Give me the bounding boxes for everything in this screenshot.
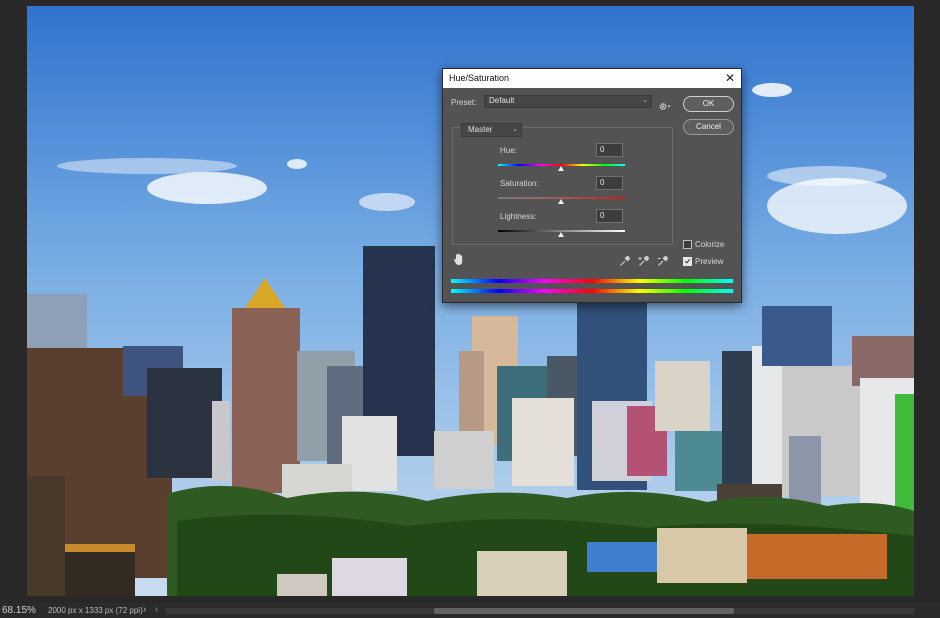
lightness-slider-thumb[interactable] bbox=[558, 232, 564, 237]
saturation-input[interactable]: 0 bbox=[596, 176, 623, 190]
hue-saturation-dialog: Hue/Saturation ✕ Preset: Default ⌄ OK Ca… bbox=[442, 68, 742, 303]
preset-value: Default bbox=[489, 96, 515, 105]
dialog-titlebar[interactable]: Hue/Saturation ✕ bbox=[443, 69, 741, 88]
channel-value: Master bbox=[468, 125, 493, 134]
gear-icon[interactable] bbox=[659, 98, 671, 116]
status-bar: 68.15% 2000 px x 1333 px (72 ppi) › ‹ bbox=[0, 603, 940, 618]
close-icon[interactable]: ✕ bbox=[725, 71, 735, 85]
colorize-checkbox[interactable] bbox=[683, 240, 692, 249]
hue-slider-thumb[interactable] bbox=[558, 166, 564, 171]
preview-checkbox[interactable] bbox=[683, 257, 692, 266]
zoom-level[interactable]: 68.15% bbox=[2, 605, 36, 616]
horizontal-scrollbar-thumb[interactable] bbox=[434, 608, 734, 614]
adjustment-group bbox=[452, 127, 673, 245]
cancel-button[interactable]: Cancel bbox=[683, 119, 734, 135]
saturation-slider-thumb[interactable] bbox=[558, 199, 564, 204]
preview-label: Preview bbox=[695, 257, 724, 266]
saturation-label: Saturation: bbox=[500, 179, 539, 188]
lightness-value: 0 bbox=[600, 211, 605, 220]
input-color-bar bbox=[451, 279, 733, 283]
colorize-label: Colorize bbox=[695, 240, 725, 249]
status-menu-arrow[interactable]: › bbox=[143, 604, 146, 615]
targeted-adjustment-hand-icon[interactable] bbox=[453, 253, 465, 271]
ok-button[interactable]: OK bbox=[683, 96, 734, 112]
output-color-bar bbox=[451, 289, 733, 293]
lightness-label: Lightness: bbox=[500, 212, 537, 221]
eyedropper-minus-icon[interactable] bbox=[657, 254, 668, 272]
saturation-value: 0 bbox=[600, 178, 605, 187]
chevron-down-icon: ⌄ bbox=[512, 126, 518, 133]
chevron-down-icon: ⌄ bbox=[642, 97, 648, 104]
hue-value: 0 bbox=[600, 145, 605, 154]
document-info[interactable]: 2000 px x 1333 px (72 ppi) bbox=[48, 606, 143, 615]
eyedropper-icon[interactable] bbox=[619, 254, 630, 272]
preset-label: Preset: bbox=[451, 98, 477, 107]
channel-dropdown[interactable]: Master ⌄ bbox=[461, 123, 522, 137]
preset-dropdown[interactable]: Default ⌄ bbox=[484, 95, 652, 108]
lightness-input[interactable]: 0 bbox=[596, 209, 623, 223]
hue-input[interactable]: 0 bbox=[596, 143, 623, 157]
scroll-left-arrow[interactable]: ‹ bbox=[155, 604, 158, 615]
hue-label: Hue: bbox=[500, 146, 517, 155]
eyedropper-plus-icon[interactable] bbox=[638, 254, 649, 272]
dialog-title: Hue/Saturation bbox=[449, 73, 510, 83]
